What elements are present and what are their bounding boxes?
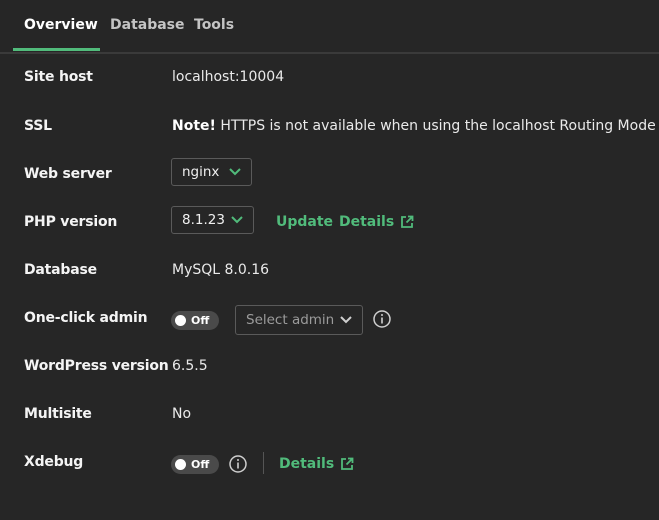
one-click-admin-row: One-click admin Off Select admin	[0, 295, 659, 343]
wordpress-version-label: WordPress version	[24, 358, 169, 374]
xdebug-row: Xdebug Off Details	[0, 439, 659, 487]
admin-select-placeholder: Select admin	[246, 312, 335, 328]
web-server-label: Web server	[24, 166, 112, 182]
web-server-row: Web server nginx	[0, 151, 659, 199]
one-click-admin-toggle[interactable]: Off	[171, 311, 219, 330]
database-row: Database MySQL 8.0.16	[0, 247, 659, 295]
one-click-admin-label: One-click admin	[24, 310, 148, 326]
info-icon[interactable]	[229, 455, 247, 473]
php-version-row: PHP version 8.1.23 Update Details	[0, 199, 659, 247]
wordpress-version-value: 6.5.5	[172, 358, 208, 374]
chevron-down-icon	[340, 316, 352, 324]
ssl-row: SSL Note! HTTPS is not available when us…	[0, 103, 659, 151]
multisite-value: No	[172, 406, 192, 422]
web-server-select[interactable]: nginx	[171, 158, 252, 186]
admin-select[interactable]: Select admin	[235, 305, 363, 335]
web-server-selected: nginx	[182, 164, 220, 180]
toggle-knob	[175, 459, 186, 470]
divider	[263, 452, 264, 474]
external-link-icon	[401, 215, 414, 228]
xdebug-label: Xdebug	[24, 454, 84, 470]
site-host-row: Site host localhost:10004	[0, 54, 659, 102]
site-host-value: localhost:10004	[172, 69, 285, 85]
database-value: MySQL 8.0.16	[172, 262, 270, 278]
info-icon[interactable]	[373, 310, 391, 328]
php-version-selected: 8.1.23	[182, 212, 225, 228]
database-label: Database	[24, 262, 97, 278]
php-version-select[interactable]: 8.1.23	[171, 206, 254, 234]
toggle-state: Off	[191, 314, 210, 327]
site-host-label: Site host	[24, 69, 93, 85]
ssl-note-text: HTTPS is not available when using the lo…	[215, 118, 656, 134]
ssl-value: Note! HTTPS is not available when using …	[172, 118, 656, 134]
xdebug-details-link[interactable]: Details	[279, 456, 354, 472]
external-link-icon	[341, 457, 354, 470]
active-tab-indicator	[13, 48, 100, 51]
ssl-label: SSL	[24, 118, 52, 134]
toggle-knob	[175, 315, 186, 326]
xdebug-toggle[interactable]: Off	[171, 455, 219, 474]
xdebug-details-label: Details	[279, 456, 335, 472]
php-details-link[interactable]: Details	[339, 214, 414, 230]
chevron-down-icon	[229, 168, 241, 176]
chevron-down-icon	[231, 216, 243, 224]
php-version-label: PHP version	[24, 214, 118, 230]
php-update-link[interactable]: Update	[276, 214, 333, 230]
php-details-label: Details	[339, 214, 395, 230]
wordpress-version-row: WordPress version 6.5.5	[0, 343, 659, 391]
tab-overview[interactable]: Overview	[24, 17, 98, 33]
tab-database[interactable]: Database	[110, 17, 185, 33]
multisite-row: Multisite No	[0, 391, 659, 439]
ssl-note: Note!	[172, 118, 216, 134]
tab-tools[interactable]: Tools	[194, 17, 234, 33]
multisite-label: Multisite	[24, 406, 92, 422]
toggle-state: Off	[191, 458, 210, 471]
tab-bar: Overview Database Tools	[0, 0, 659, 54]
